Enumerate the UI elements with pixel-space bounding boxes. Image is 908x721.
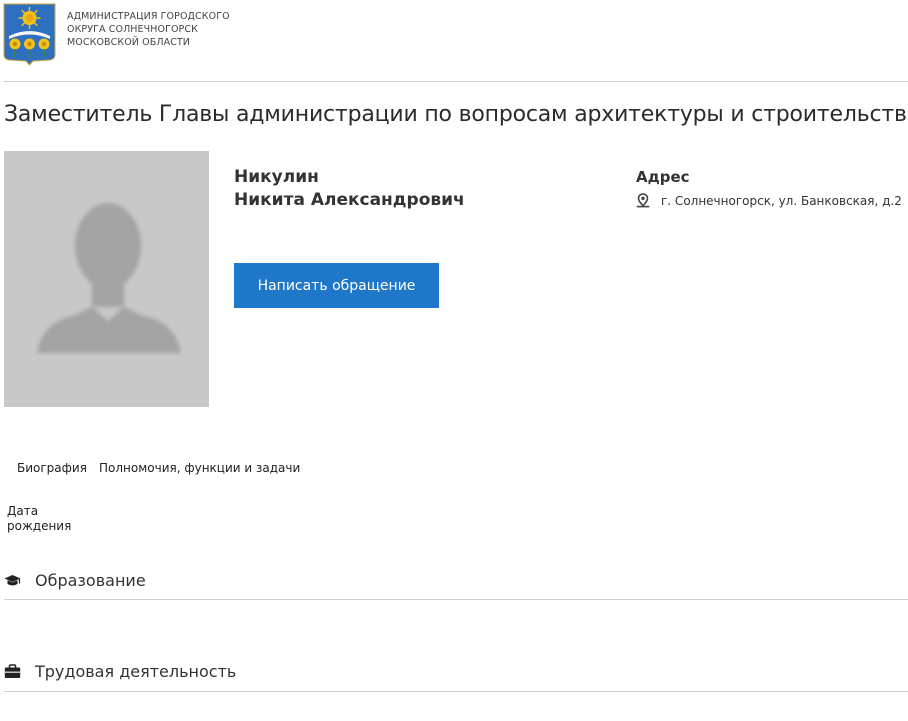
- page-title: Заместитель Главы администрации по вопро…: [4, 102, 908, 127]
- section-education-label: Образование: [35, 571, 146, 590]
- graduation-cap-icon: [4, 574, 21, 585]
- coat-of-arms-icon[interactable]: [3, 3, 56, 66]
- tab-biography[interactable]: Биография: [17, 461, 87, 475]
- briefcase-icon: [4, 664, 21, 678]
- date-of-birth-label: Дата рождения: [7, 504, 71, 534]
- organization-name-line-1: АДМИНИСТРАЦИЯ ГОРОДСКОГО: [67, 11, 230, 22]
- address-heading: Адрес: [636, 168, 690, 186]
- section-education[interactable]: Образование: [4, 571, 146, 590]
- avatar-placeholder-icon: [4, 151, 209, 407]
- section-work-experience[interactable]: Трудовая деятельность: [4, 662, 236, 681]
- organization-name-line-3: МОСКОВСКОЙ ОБЛАСТИ: [67, 37, 191, 48]
- organization-name-line-2: ОКРУГА СОЛНЕЧНОГОРСК: [67, 24, 198, 35]
- header-divider: [4, 81, 908, 82]
- education-divider: [4, 599, 908, 600]
- tab-powers-functions[interactable]: Полномочия, функции и задачи: [99, 461, 300, 475]
- person-given-names: Никита Александрович: [234, 190, 465, 210]
- work-divider: [4, 691, 908, 692]
- address-line: г. Солнечногорск, ул. Банковская, д.2: [636, 193, 902, 208]
- write-appeal-button[interactable]: Написать обращение: [234, 263, 439, 308]
- date-of-birth-label-line-1: Дата: [7, 504, 39, 518]
- address-value: г. Солнечногорск, ул. Банковская, д.2: [661, 193, 902, 208]
- map-pin-icon: [636, 193, 650, 208]
- person-surname: Никулин: [234, 167, 319, 187]
- person-name: Никулин Никита Александрович: [234, 166, 465, 212]
- organization-name[interactable]: АДМИНИСТРАЦИЯ ГОРОДСКОГО ОКРУГА СОЛНЕЧНО…: [67, 10, 230, 49]
- date-of-birth-label-line-2: рождения: [7, 519, 72, 533]
- section-work-label: Трудовая деятельность: [35, 662, 237, 681]
